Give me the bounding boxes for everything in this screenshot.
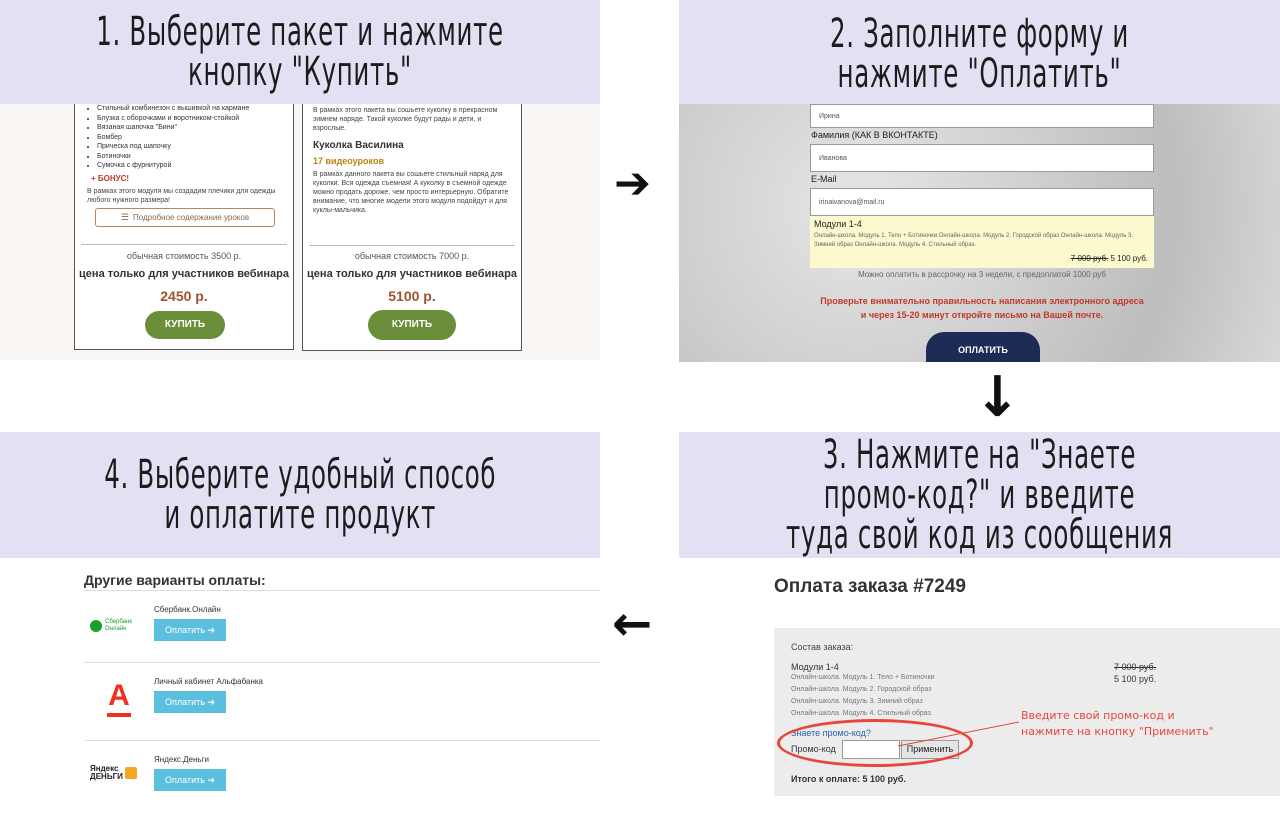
module-title: Модули 1-4 — [814, 219, 862, 229]
yandex-money-logo-icon: Яндекс ДЕНЬГИ — [90, 765, 137, 781]
details-button[interactable]: ☰ Подробное содержание уроков — [95, 208, 275, 227]
order-summary-box: Модули 1-4 Онлайн-школа. Модуль 1. Тело … — [810, 216, 1154, 268]
bonus-label: + БОНУС! — [91, 174, 130, 183]
pay-button-label: Оплатить — [165, 625, 205, 635]
list-item: Сумочка с фурнитурой — [97, 161, 293, 171]
payment-method-name: Яндекс.Деньги — [154, 755, 209, 764]
module-desc: Онлайн-школа. Модуль 1. Тело + Ботиночки… — [814, 233, 1134, 248]
package-title: Куколка Василина — [313, 140, 404, 151]
step4-title: 4. Выберите удобный способ и оплатите пр… — [0, 432, 600, 558]
package-card-1: Стильный комбинезон с вышивкой на карман… — [74, 104, 294, 350]
step4-text: 4. Выберите удобный способ и оплатите пр… — [104, 452, 496, 538]
payment-method-name: Личный кабинет Альфабанка — [154, 677, 264, 686]
details-button-label: Подробное содержание уроков — [132, 213, 250, 222]
lessons-count: 17 видеоуроков — [313, 156, 384, 166]
name-field[interactable]: Ирина — [810, 104, 1154, 128]
arrow-left-icon: ← — [612, 596, 653, 652]
promo-price-label: цена только для участников вебинара — [307, 268, 517, 280]
sberbank-logo-text: Сбербанк Онлайн — [105, 619, 132, 632]
list-item: Ботиночки — [97, 152, 293, 162]
payment-method-row: А Личный кабинет Альфабанка Оплатить ➔ — [84, 662, 600, 741]
divider — [81, 244, 287, 245]
alfabank-logo-letter: А — [108, 679, 130, 712]
price-row: 7 000 руб. 5 100 руб. — [1071, 254, 1148, 263]
package-desc: В рамках данного пакета вы сошьете стиль… — [313, 171, 509, 214]
pay-button-label: Оплатить — [165, 775, 205, 785]
old-price: обычная стоимость 3500 р. — [126, 251, 242, 261]
alfabank-logo-bar — [107, 713, 131, 717]
step3-title: 3. Нажмите на "Знаете промо-код?" и введ… — [679, 432, 1280, 558]
arrow-right-icon: ➔ — [207, 625, 215, 635]
list-item: Блузка с оборочками и воротником-стойкой — [97, 114, 293, 124]
price: 5100 р. — [388, 288, 436, 304]
new-price: 5 100 руб. — [1110, 254, 1149, 263]
package-card-2: В рамках этого пакета вы сошьете куколку… — [302, 104, 522, 351]
list-item: Вязаная шапочка "Бини" — [97, 123, 293, 133]
yandex-wallet-icon — [124, 767, 137, 779]
surname-label: Фамилия (КАК В ВКОНТАКТЕ) — [811, 130, 938, 140]
payment-method-row: Сбербанк Онлайн Сбербанк.Онлайн Оплатить… — [84, 590, 600, 663]
pay-sberbank-button[interactable]: Оплатить ➔ — [154, 619, 226, 641]
order-heading: Оплата заказа #7249 — [774, 576, 966, 597]
list-item: Прическа под шапочку — [97, 142, 293, 152]
arrow-down-icon: ↓ — [974, 365, 1021, 430]
email-field[interactable]: irinaivanova@mail.ru — [810, 188, 1154, 216]
step1-text: 1. Выберите пакет и нажмите кнопку "Купи… — [96, 9, 504, 95]
package-intro: В рамках этого пакета вы сошьете куколку… — [313, 107, 498, 132]
step2-title: 2. Заполните форму и нажмите "Оплатить" — [679, 0, 1280, 108]
yandex-money-logo-text: Яндекс ДЕНЬГИ — [90, 764, 123, 781]
list-item: Стильный комбинезон с вышивкой на карман… — [97, 104, 293, 114]
payment-method-row: Яндекс ДЕНЬГИ Яндекс.Деньги Оплатить ➔ — [84, 740, 600, 796]
sberbank-logo-icon: Сбербанк Онлайн — [90, 619, 132, 633]
order-box: Состав заказа: Модули 1-4 Онлайн-школа. … — [774, 628, 1280, 796]
pay-button[interactable]: ОПЛАТИТЬ — [926, 332, 1040, 362]
step1-title: 1. Выберите пакет и нажмите кнопку "Купи… — [0, 0, 600, 104]
installment-note: Можно оплатить в рассрочку на 3 недели, … — [858, 270, 1106, 279]
package-items-list: Стильный комбинезон с вышивкой на карман… — [75, 104, 293, 171]
step1-screenshot: Стильный комбинезон с вышивкой на карман… — [0, 104, 600, 360]
bonus-text: В рамках этого модуля мы создадим плечик… — [87, 188, 276, 204]
buy-button[interactable]: КУПИТЬ — [368, 310, 456, 340]
payment-options-heading: Другие варианты оплаты: — [84, 572, 266, 588]
payment-method-name: Сбербанк.Онлайн — [154, 605, 221, 614]
buy-button[interactable]: КУПИТЬ — [145, 311, 225, 339]
step3-screenshot: Оплата заказа #7249 Состав заказа: Модул… — [774, 574, 1280, 796]
pay-button-label: Оплатить — [165, 697, 205, 707]
alfabank-logo-icon: А — [104, 681, 134, 717]
promo-price-label: цена только для участников вебинара — [79, 268, 289, 280]
sberbank-mark-icon — [90, 620, 102, 632]
old-price: 7 000 руб. — [1070, 254, 1109, 263]
list-item: Бомбер — [97, 133, 293, 143]
email-label: E-Mail — [811, 174, 837, 184]
surname-field[interactable]: Иванова — [810, 144, 1154, 172]
arrow-right-icon: ➔ — [614, 158, 651, 209]
divider — [309, 245, 515, 246]
step4-screenshot: Другие варианты оплаты: Сбербанк Онлайн … — [0, 558, 600, 796]
price: 2450 р. — [160, 288, 208, 304]
pay-alfabank-button[interactable]: Оплатить ➔ — [154, 691, 226, 713]
arrow-right-icon: ➔ — [207, 775, 215, 785]
step3-text: 3. Нажмите на "Знаете промо-код?" и введ… — [786, 432, 1173, 558]
list-icon: ☰ — [120, 212, 129, 222]
annotation-note: Введите свой промо-код и нажмите на кноп… — [1021, 709, 1214, 738]
pay-yandex-button[interactable]: Оплатить ➔ — [154, 769, 226, 791]
email-warning: Проверьте внимательно правильность напис… — [820, 296, 1144, 320]
step2-screenshot: Ирина Фамилия (КАК В ВКОНТАКТЕ) Иванова … — [679, 104, 1280, 362]
old-price: обычная стоимость 7000 р. — [354, 251, 470, 261]
arrow-right-icon: ➔ — [207, 697, 215, 707]
step2-text: 2. Заполните форму и нажмите "Оплатить" — [829, 11, 1130, 97]
